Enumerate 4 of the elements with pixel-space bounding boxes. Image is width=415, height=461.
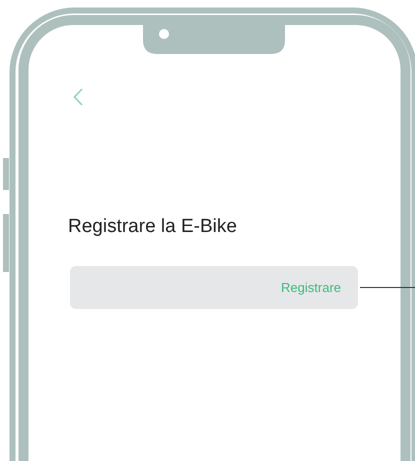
page-title: Registrare la E-Bike	[68, 216, 237, 238]
leader-line	[360, 287, 415, 288]
register-row[interactable]: Registrare	[70, 266, 358, 309]
back-icon[interactable]	[73, 88, 83, 106]
